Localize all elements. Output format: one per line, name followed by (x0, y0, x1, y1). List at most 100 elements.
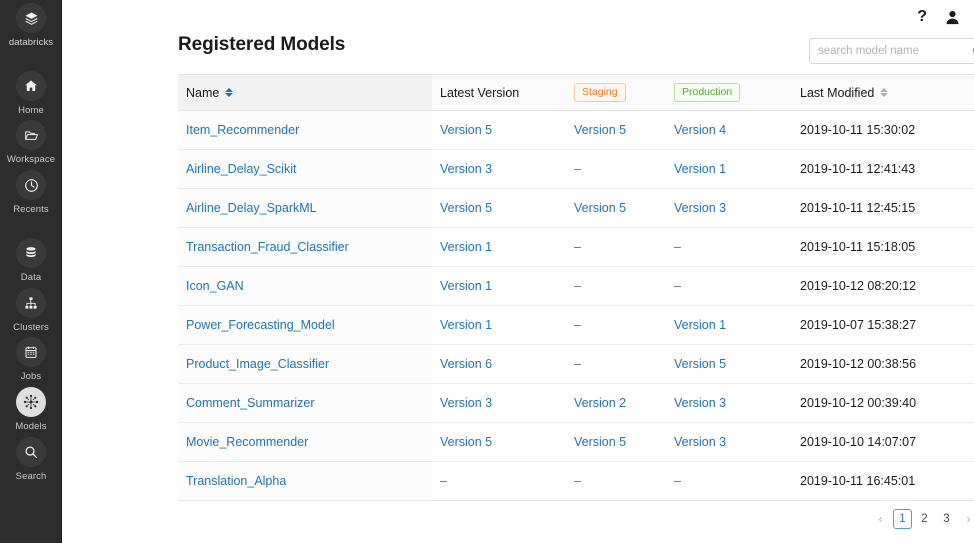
pagination-page-1[interactable]: 1 (893, 509, 912, 529)
cell-modified: 2019-10-12 00:39:40 (792, 384, 974, 423)
sidebar-item-label: Search (16, 471, 47, 482)
column-header-name[interactable]: Name (178, 75, 432, 111)
cell-production[interactable]: Version 3 (666, 423, 792, 462)
sidebar-item-recents[interactable]: Recents (0, 170, 62, 215)
empty-value: – (440, 474, 447, 488)
cell-latest[interactable]: Version 1 (432, 306, 566, 345)
model-version-link[interactable]: Version 3 (440, 396, 492, 410)
cell-latest[interactable]: Version 5 (432, 111, 566, 150)
sidebar-item-jobs[interactable]: Jobs (0, 337, 62, 382)
cell-name[interactable]: Icon_GAN (178, 267, 432, 306)
search-model-name-box[interactable] (809, 38, 974, 64)
model-version-link[interactable]: Version 1 (674, 318, 726, 332)
cell-production[interactable]: Version 3 (666, 384, 792, 423)
cell-latest[interactable]: Version 3 (432, 384, 566, 423)
cell-staging[interactable]: Version 5 (566, 189, 666, 228)
cell-production[interactable]: Version 1 (666, 150, 792, 189)
model-name-link[interactable]: Airline_Delay_Scikit (186, 162, 296, 176)
search-input[interactable] (818, 39, 972, 63)
cell-staging[interactable]: Version 5 (566, 423, 666, 462)
model-name-link[interactable]: Comment_Summarizer (186, 396, 315, 410)
table-row: Airline_Delay_SparkML Version 5 Version 5 V… (178, 189, 974, 228)
table-row: Product_Image_ClassifierVersion 6–Versio… (178, 345, 974, 384)
model-version-link[interactable]: Version 5 (440, 123, 492, 137)
user-icon[interactable] (945, 10, 960, 25)
cell-latest[interactable]: Version 5 (432, 189, 566, 228)
model-version-link[interactable]: Version 3 (674, 435, 726, 449)
sidebar-item-search[interactable]: Search (0, 437, 62, 482)
model-version-link[interactable]: Version 1 (440, 318, 492, 332)
cell-name[interactable]: Movie_Recommender (178, 423, 432, 462)
cell-staging[interactable]: Version 2 (566, 384, 666, 423)
cell-latest[interactable]: Version 1 (432, 267, 566, 306)
status-badge-staging: Staging (574, 83, 626, 102)
column-header-modified[interactable]: Last Modified (792, 75, 974, 111)
table-header-row: NameLatest VersionStagingProductionLast … (178, 75, 974, 111)
cell-latest[interactable]: Version 5 (432, 423, 566, 462)
cell-production[interactable]: Version 5 (666, 345, 792, 384)
model-name-link[interactable]: Icon_GAN (186, 279, 244, 293)
cell-staging[interactable]: Version 5 (566, 111, 666, 150)
sidebar-brand-databricks[interactable]: databricks (0, 3, 62, 48)
cell-name[interactable]: Transaction_Fraud_Classifier (178, 228, 432, 267)
model-version-link[interactable]: Version 1 (674, 162, 726, 176)
cell-latest[interactable]: Version 6 (432, 345, 566, 384)
model-version-link[interactable]: Version 6 (440, 357, 492, 371)
model-version-link[interactable]: Version 1 (440, 240, 492, 254)
sort-icon-modified[interactable] (880, 88, 888, 97)
cell-modified: 2019-10-11 12:45:15 (792, 189, 974, 228)
column-header-label: Name (186, 86, 219, 100)
last-modified-value: 2019-10-11 12:45:15 (800, 201, 915, 215)
model-name-link[interactable]: Movie_Recommender (186, 435, 308, 449)
pagination-next-button[interactable]: › (959, 509, 974, 529)
model-version-link[interactable]: Version 5 (574, 123, 626, 137)
model-version-link[interactable]: Version 5 (574, 201, 626, 215)
last-modified-value: 2019-10-12 00:38:56 (800, 357, 916, 371)
pagination-page-2[interactable]: 2 (915, 509, 934, 529)
model-version-link[interactable]: Version 4 (674, 123, 726, 137)
cell-production: – (666, 462, 792, 501)
cell-latest[interactable]: Version 3 (432, 150, 566, 189)
model-version-link[interactable]: Version 3 (440, 162, 492, 176)
sidebar-item-home[interactable]: Home (0, 71, 62, 116)
cell-name[interactable]: Power_Forecasting_Model (178, 306, 432, 345)
model-name-link[interactable]: Item_Recommender (186, 123, 299, 137)
cell-name[interactable]: Comment_Summarizer (178, 384, 432, 423)
sidebar-item-workspace[interactable]: Workspace (0, 120, 62, 165)
cell-production[interactable]: Version 4 (666, 111, 792, 150)
cell-name[interactable]: Translation_Alpha (178, 462, 432, 501)
model-name-link[interactable]: Transaction_Fraud_Classifier (186, 240, 349, 254)
pagination-prev-button[interactable]: ‹ (871, 509, 890, 529)
sidebar-item-data[interactable]: Data (0, 238, 62, 283)
pagination-page-3[interactable]: 3 (937, 509, 956, 529)
search-icon (16, 437, 46, 467)
sidebar-item-clusters[interactable]: Clusters (0, 288, 62, 333)
cell-name[interactable]: Airline_Delay_Scikit (178, 150, 432, 189)
model-version-link[interactable]: Version 5 (440, 201, 492, 215)
model-name-link[interactable]: Translation_Alpha (186, 474, 286, 488)
sort-icon-name[interactable] (225, 88, 233, 97)
cell-name[interactable]: Airline_Delay_SparkML (178, 189, 432, 228)
model-name-link[interactable]: Product_Image_Classifier (186, 357, 329, 371)
model-version-link[interactable]: Version 1 (440, 279, 492, 293)
model-name-link[interactable]: Airline_Delay_SparkML (186, 201, 317, 215)
model-version-link[interactable]: Version 5 (574, 435, 626, 449)
table-row: Comment_Summarizer Version 3 Version 2 Vers… (178, 384, 974, 423)
cell-production[interactable]: Version 1 (666, 306, 792, 345)
model-version-link[interactable]: Version 3 (674, 201, 726, 215)
topbar: ? (917, 0, 974, 34)
sidebar-item-models[interactable]: Models (0, 387, 62, 432)
last-modified-value: 2019-10-12 00:39:40 (800, 396, 916, 410)
model-version-link[interactable]: Version 3 (674, 396, 726, 410)
model-version-link[interactable]: Version 5 (440, 435, 492, 449)
model-version-link[interactable]: Version 2 (574, 396, 626, 410)
cell-latest[interactable]: Version 1 (432, 228, 566, 267)
last-modified-value: 2019-10-11 15:30:02 (800, 123, 915, 137)
cell-production[interactable]: Version 3 (666, 189, 792, 228)
model-version-link[interactable]: Version 5 (674, 357, 726, 371)
cell-name[interactable]: Item_Recommender (178, 111, 432, 150)
model-name-link[interactable]: Power_Forecasting_Model (186, 318, 335, 332)
empty-value: – (574, 279, 581, 293)
question-mark-icon[interactable]: ? (917, 9, 927, 25)
cell-name[interactable]: Product_Image_Classifier (178, 345, 432, 384)
